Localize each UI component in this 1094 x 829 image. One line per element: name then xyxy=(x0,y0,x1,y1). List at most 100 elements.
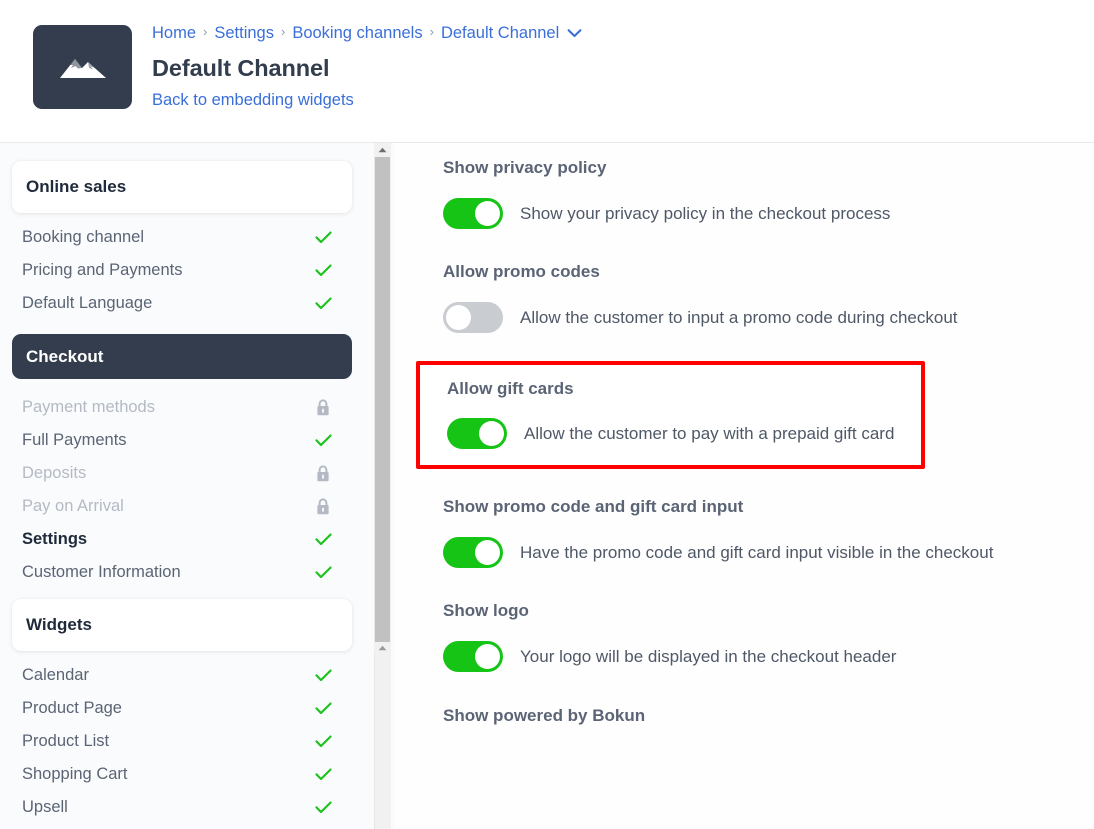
sidebar-item-label: Customer Information xyxy=(22,563,181,581)
breadcrumb-separator: › xyxy=(429,24,434,39)
setting-description: Your logo will be displayed in the check… xyxy=(520,646,897,666)
check-icon xyxy=(314,432,332,450)
sidebar-item-label: Deposits xyxy=(22,464,87,482)
sidebar-item-pay-on-arrival[interactable]: Pay on Arrival xyxy=(0,490,364,523)
toggle-knob xyxy=(479,421,504,446)
sidebar-group-widgets[interactable]: Widgets xyxy=(12,599,352,651)
setting-show-powered-by-bokun: Show powered by Bokun xyxy=(394,672,1094,727)
sidebar-scrollbar-column xyxy=(364,143,394,829)
sidebar-item-payment-methods[interactable]: Payment methods xyxy=(0,391,364,424)
sidebar-item-label: Payment methods xyxy=(22,398,155,416)
settings-sidebar: Online sales Booking channel Pricing and… xyxy=(0,143,364,829)
toggle-knob xyxy=(446,305,471,330)
lock-icon xyxy=(314,498,332,516)
sidebar-item-settings[interactable]: Settings xyxy=(0,523,364,556)
toggle-allow-gift-cards[interactable] xyxy=(447,418,507,449)
setting-allow-gift-cards-wrapper: Allow gift cards Allow the customer to p… xyxy=(394,333,1094,469)
breadcrumb-item-default-channel[interactable]: Default Channel xyxy=(441,20,559,46)
check-icon xyxy=(314,531,332,549)
header-text-block: Home › Settings › Booking channels › Def… xyxy=(152,20,582,112)
highlight-annotation-box: Allow gift cards Allow the customer to p… xyxy=(416,361,925,469)
sidebar-group-label: Checkout xyxy=(26,346,104,366)
setting-row: Allow the customer to pay with a prepaid… xyxy=(447,418,921,449)
setting-show-promo-and-gift-card-input: Show promo code and gift card input Have… xyxy=(394,469,1094,568)
sidebar-item-label: Full Payments xyxy=(22,431,127,449)
setting-row: Have the promo code and gift card input … xyxy=(443,537,1094,568)
back-to-embedding-widgets-link[interactable]: Back to embedding widgets xyxy=(152,88,582,112)
sidebar-item-full-payments[interactable]: Full Payments xyxy=(0,424,364,457)
sidebar-item-pricing-and-payments[interactable]: Pricing and Payments xyxy=(0,254,364,287)
breadcrumb-separator: › xyxy=(203,24,208,39)
check-icon xyxy=(314,766,332,784)
checkout-settings-panel: Show privacy policy Show your privacy po… xyxy=(394,143,1094,829)
setting-row: Allow the customer to input a promo code… xyxy=(443,302,1094,333)
sidebar-item-default-language[interactable]: Default Language xyxy=(0,287,364,320)
triangle-up-icon[interactable] xyxy=(374,642,391,654)
sidebar-item-label: Default Language xyxy=(22,294,153,312)
toggle-show-logo[interactable] xyxy=(443,641,503,672)
setting-show-privacy-policy: Show privacy policy Show your privacy po… xyxy=(394,143,1094,229)
toggle-show-privacy-policy[interactable] xyxy=(443,198,503,229)
toggle-knob xyxy=(475,540,500,565)
sidebar-item-label: Settings xyxy=(22,530,88,548)
sidebar-item-label: Pricing and Payments xyxy=(22,261,183,279)
channel-logo xyxy=(33,25,132,109)
setting-title: Show logo xyxy=(443,601,529,620)
breadcrumb: Home › Settings › Booking channels › Def… xyxy=(152,20,582,46)
page-body: Online sales Booking channel Pricing and… xyxy=(0,143,1094,829)
page-header: Home › Settings › Booking channels › Def… xyxy=(0,0,1094,143)
setting-allow-promo-codes: Allow promo codes Allow the customer to … xyxy=(394,229,1094,333)
sidebar-item-customer-information[interactable]: Customer Information xyxy=(0,556,364,589)
setting-description: Allow the customer to input a promo code… xyxy=(520,307,958,327)
sidebar-item-calendar[interactable]: Calendar xyxy=(0,659,364,692)
breadcrumb-separator: › xyxy=(280,24,286,39)
check-icon xyxy=(314,229,332,247)
setting-title: Show privacy policy xyxy=(443,158,607,177)
triangle-up-icon[interactable] xyxy=(374,143,391,157)
mountain-icon xyxy=(58,54,108,80)
setting-description: Allow the customer to pay with a prepaid… xyxy=(524,423,895,443)
breadcrumb-item-booking-channels[interactable]: Booking channels xyxy=(292,20,422,46)
check-icon xyxy=(314,667,332,685)
sidebar-item-label: Product List xyxy=(22,732,110,750)
breadcrumb-item-home[interactable]: Home xyxy=(152,20,196,46)
sidebar-item-upsell[interactable]: Upsell xyxy=(0,791,364,824)
sidebar-item-label: Calendar xyxy=(22,666,89,684)
breadcrumb-item-settings[interactable]: Settings xyxy=(214,20,274,46)
setting-title: Allow gift cards xyxy=(447,379,574,398)
check-icon xyxy=(314,564,332,582)
toggle-knob xyxy=(475,201,500,226)
sidebar-item-product-list[interactable]: Product List xyxy=(0,725,364,758)
setting-row: Your logo will be displayed in the check… xyxy=(443,641,1094,672)
sidebar-item-shopping-cart[interactable]: Shopping Cart xyxy=(0,758,364,791)
check-icon xyxy=(314,700,332,718)
setting-title: Show promo code and gift card input xyxy=(443,497,744,516)
setting-title: Show powered by Bokun xyxy=(443,706,646,725)
lock-icon xyxy=(314,399,332,417)
toggle-show-promo-and-gift-card-input[interactable] xyxy=(443,537,503,568)
setting-row: Show your privacy policy in the checkout… xyxy=(443,198,1094,229)
sidebar-item-product-page[interactable]: Product Page xyxy=(0,692,364,725)
check-icon xyxy=(314,733,332,751)
sidebar-item-deposits[interactable]: Deposits xyxy=(0,457,364,490)
sidebar-group-checkout[interactable]: Checkout xyxy=(12,334,352,379)
check-icon xyxy=(314,262,332,280)
scrollbar-thumb[interactable] xyxy=(375,157,390,650)
toggle-knob xyxy=(475,644,500,669)
sidebar-item-label: Shopping Cart xyxy=(22,765,128,783)
sidebar-item-theme[interactable]: Theme xyxy=(0,824,364,829)
sidebar-item-booking-channel[interactable]: Booking channel xyxy=(0,221,364,254)
toggle-allow-promo-codes[interactable] xyxy=(443,302,503,333)
setting-show-logo: Show logo Your logo will be displayed in… xyxy=(394,568,1094,672)
setting-description: Show your privacy policy in the checkout… xyxy=(520,203,891,223)
sidebar-item-label: Upsell xyxy=(22,798,68,816)
sidebar-item-label: Product Page xyxy=(22,699,122,717)
setting-description: Have the promo code and gift card input … xyxy=(520,542,994,562)
setting-title: Allow promo codes xyxy=(443,262,600,281)
chevron-down-icon[interactable] xyxy=(567,28,582,38)
lock-icon xyxy=(314,465,332,483)
page-title: Default Channel xyxy=(152,55,330,81)
sidebar-group-label: Widgets xyxy=(26,615,92,634)
sidebar-group-online-sales[interactable]: Online sales xyxy=(12,161,352,213)
app-page: Home › Settings › Booking channels › Def… xyxy=(0,0,1094,829)
